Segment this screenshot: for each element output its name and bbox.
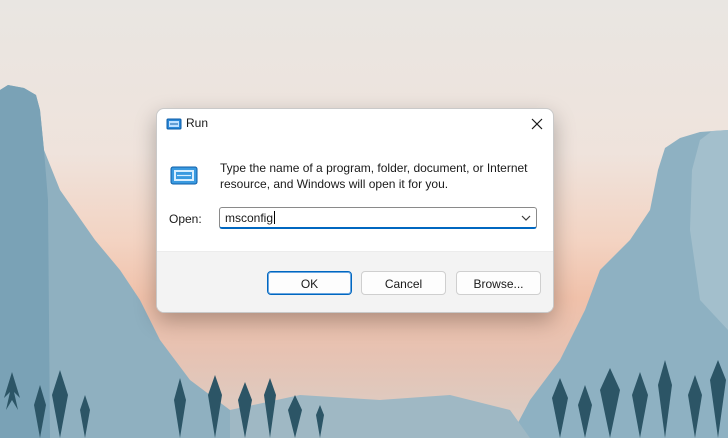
window-title: Run	[186, 116, 209, 130]
run-icon	[166, 118, 182, 130]
run-icon	[170, 166, 198, 185]
text-caret	[274, 211, 276, 224]
close-button[interactable]	[523, 111, 551, 137]
open-input-value: msconfig	[225, 211, 274, 225]
ok-button[interactable]: OK	[267, 271, 352, 295]
run-dialog: Run Type the name of a program, folder, …	[156, 108, 554, 313]
open-input[interactable]: msconfig	[225, 211, 276, 225]
open-combobox[interactable]: msconfig	[219, 207, 537, 229]
title-bar[interactable]: Run	[157, 109, 553, 139]
instruction-text: Type the name of a program, folder, docu…	[220, 161, 528, 191]
browse-button[interactable]: Browse...	[456, 271, 541, 295]
close-icon	[531, 118, 543, 130]
open-label: Open:	[169, 212, 202, 226]
cancel-button[interactable]: Cancel	[361, 271, 446, 295]
button-bar: OK Cancel Browse...	[157, 251, 553, 312]
chevron-down-icon[interactable]	[520, 212, 532, 224]
